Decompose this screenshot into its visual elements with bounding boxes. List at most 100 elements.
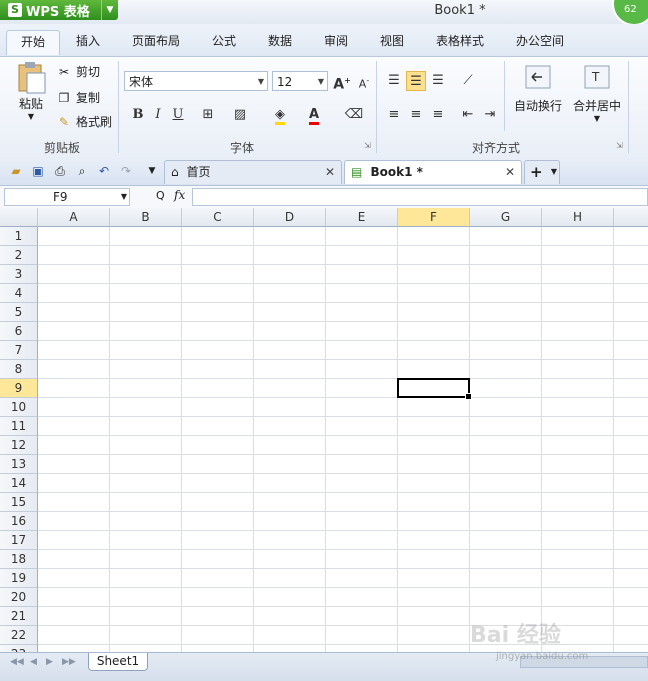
cell-I6[interactable] bbox=[614, 322, 648, 341]
cell-A18[interactable] bbox=[38, 550, 110, 569]
cell-A15[interactable] bbox=[38, 493, 110, 512]
last-sheet-icon[interactable]: ▶▶ bbox=[62, 657, 76, 667]
cell-I5[interactable] bbox=[614, 303, 648, 322]
cell-H5[interactable] bbox=[542, 303, 614, 322]
cell-F23[interactable] bbox=[398, 645, 470, 652]
row-header-12[interactable]: 12 bbox=[0, 436, 38, 455]
cell-D21[interactable] bbox=[254, 607, 326, 626]
cell-A10[interactable] bbox=[38, 398, 110, 417]
cell-H13[interactable] bbox=[542, 455, 614, 474]
cell-F14[interactable] bbox=[398, 474, 470, 493]
cell-A14[interactable] bbox=[38, 474, 110, 493]
row-header-1[interactable]: 1 bbox=[0, 227, 38, 246]
cell-H14[interactable] bbox=[542, 474, 614, 493]
cell-E14[interactable] bbox=[326, 474, 398, 493]
row-header-20[interactable]: 20 bbox=[0, 588, 38, 607]
print-preview-icon[interactable]: ⌕ bbox=[74, 163, 90, 179]
cell-F15[interactable] bbox=[398, 493, 470, 512]
cell-B21[interactable] bbox=[110, 607, 182, 626]
cell-C16[interactable] bbox=[182, 512, 254, 531]
cell-G7[interactable] bbox=[470, 341, 542, 360]
cell-E7[interactable] bbox=[326, 341, 398, 360]
cell-D22[interactable] bbox=[254, 626, 326, 645]
cell-D2[interactable] bbox=[254, 246, 326, 265]
cell-E15[interactable] bbox=[326, 493, 398, 512]
wrap-text-button[interactable]: 自动换行 bbox=[512, 65, 564, 114]
first-sheet-icon[interactable]: ◀◀ bbox=[10, 657, 24, 667]
cell-H11[interactable] bbox=[542, 417, 614, 436]
row-header-23[interactable]: 23 bbox=[0, 645, 38, 652]
cell-D9[interactable] bbox=[254, 379, 326, 398]
cell-G15[interactable] bbox=[470, 493, 542, 512]
cell-C5[interactable] bbox=[182, 303, 254, 322]
cell-C18[interactable] bbox=[182, 550, 254, 569]
cell-A17[interactable] bbox=[38, 531, 110, 550]
cut-button[interactable]: ✂ 剪切 bbox=[56, 63, 100, 80]
cell-G6[interactable] bbox=[470, 322, 542, 341]
cell-E21[interactable] bbox=[326, 607, 398, 626]
cell-A23[interactable] bbox=[38, 645, 110, 652]
cell-G17[interactable] bbox=[470, 531, 542, 550]
cell-E12[interactable] bbox=[326, 436, 398, 455]
row-header-5[interactable]: 5 bbox=[0, 303, 38, 322]
cell-F5[interactable] bbox=[398, 303, 470, 322]
row-header-21[interactable]: 21 bbox=[0, 607, 38, 626]
cell-D4[interactable] bbox=[254, 284, 326, 303]
cell-I1[interactable] bbox=[614, 227, 648, 246]
font-size-select[interactable]: 12 ▼ bbox=[272, 71, 328, 91]
cell-C20[interactable] bbox=[182, 588, 254, 607]
shrink-font-button[interactable]: A- bbox=[354, 71, 374, 91]
cell-G13[interactable] bbox=[470, 455, 542, 474]
column-header-C[interactable]: C bbox=[182, 208, 254, 227]
print-icon[interactable]: ⎙ bbox=[52, 163, 68, 179]
cell-A3[interactable] bbox=[38, 265, 110, 284]
cell-F19[interactable] bbox=[398, 569, 470, 588]
cell-B12[interactable] bbox=[110, 436, 182, 455]
cell-H4[interactable] bbox=[542, 284, 614, 303]
cell-B5[interactable] bbox=[110, 303, 182, 322]
cell-B1[interactable] bbox=[110, 227, 182, 246]
cell-B9[interactable] bbox=[110, 379, 182, 398]
tab-home-page[interactable]: ⌂ 首页 ✕ bbox=[164, 160, 342, 184]
cell-D14[interactable] bbox=[254, 474, 326, 493]
cell-C4[interactable] bbox=[182, 284, 254, 303]
cell-H10[interactable] bbox=[542, 398, 614, 417]
cell-D19[interactable] bbox=[254, 569, 326, 588]
close-icon[interactable]: ✕ bbox=[325, 161, 335, 183]
cell-I23[interactable] bbox=[614, 645, 648, 652]
cell-C9[interactable] bbox=[182, 379, 254, 398]
cell-H20[interactable] bbox=[542, 588, 614, 607]
next-sheet-icon[interactable]: ▶ bbox=[46, 657, 53, 667]
tab-office-space[interactable]: 办公空间 bbox=[506, 30, 574, 54]
cell-C8[interactable] bbox=[182, 360, 254, 379]
cell-B2[interactable] bbox=[110, 246, 182, 265]
cell-E10[interactable] bbox=[326, 398, 398, 417]
cell-F7[interactable] bbox=[398, 341, 470, 360]
cell-I16[interactable] bbox=[614, 512, 648, 531]
cell-H12[interactable] bbox=[542, 436, 614, 455]
cell-G5[interactable] bbox=[470, 303, 542, 322]
cell-B14[interactable] bbox=[110, 474, 182, 493]
decrease-indent-button[interactable]: ⇤ bbox=[458, 105, 478, 125]
align-middle-button[interactable]: ☰ bbox=[406, 71, 426, 91]
cell-G8[interactable] bbox=[470, 360, 542, 379]
cell-B8[interactable] bbox=[110, 360, 182, 379]
cell-F2[interactable] bbox=[398, 246, 470, 265]
tab-formula[interactable]: 公式 bbox=[200, 30, 248, 54]
italic-button[interactable]: I bbox=[148, 105, 168, 125]
cell-D16[interactable] bbox=[254, 512, 326, 531]
cell-F1[interactable] bbox=[398, 227, 470, 246]
row-header-19[interactable]: 19 bbox=[0, 569, 38, 588]
tab-book1[interactable]: ▤ Book1 * ✕ bbox=[344, 160, 522, 184]
tab-insert[interactable]: 插入 bbox=[64, 30, 112, 54]
row-header-2[interactable]: 2 bbox=[0, 246, 38, 265]
cell-G10[interactable] bbox=[470, 398, 542, 417]
column-header-I[interactable]: I bbox=[614, 208, 648, 227]
text-direction-button[interactable]: ⟋ bbox=[458, 71, 478, 91]
cell-A7[interactable] bbox=[38, 341, 110, 360]
column-header-D[interactable]: D bbox=[254, 208, 326, 227]
align-left-button[interactable]: ≡ bbox=[384, 105, 404, 125]
grow-font-button[interactable]: A+ bbox=[332, 71, 352, 93]
cell-I22[interactable] bbox=[614, 626, 648, 645]
cell-H2[interactable] bbox=[542, 246, 614, 265]
